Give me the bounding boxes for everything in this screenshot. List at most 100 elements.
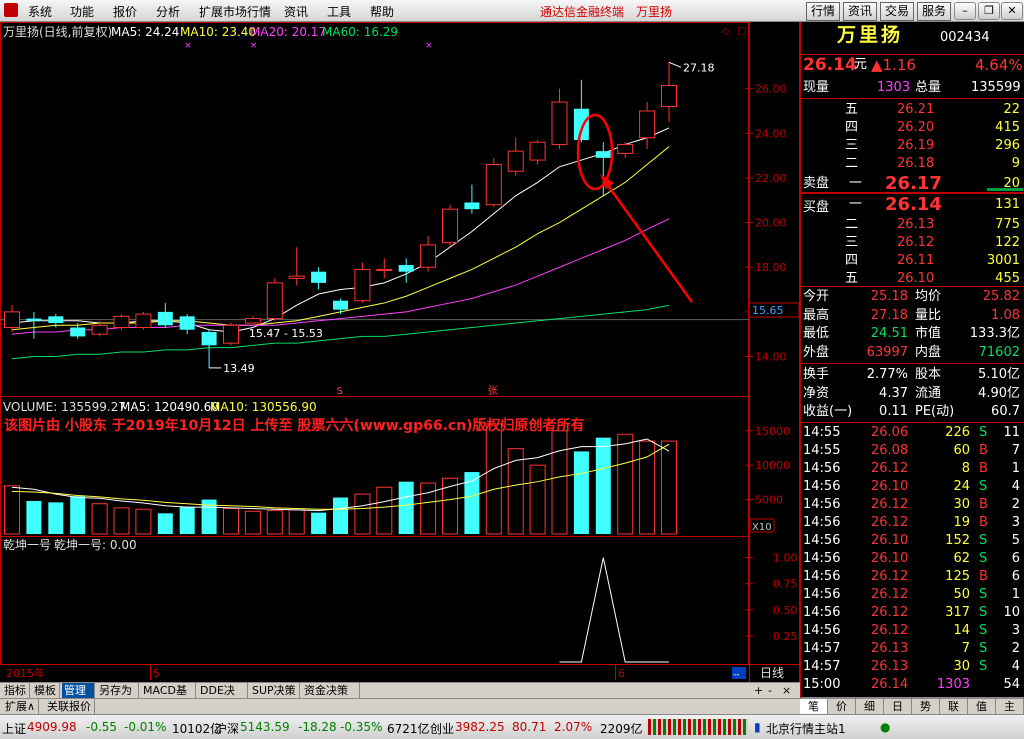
- quote-tab-1[interactable]: 价: [828, 699, 856, 715]
- zoom-in-icon[interactable]: +: [754, 684, 763, 697]
- tick-side: S: [979, 479, 988, 494]
- buy-price: 26.14: [885, 194, 942, 215]
- volume-bar: [288, 509, 305, 535]
- indicator-tab-2[interactable]: 管理: [62, 683, 95, 699]
- indicator-tab-5[interactable]: DDE决策: [198, 683, 248, 712]
- close-icon[interactable]: ✕: [1001, 2, 1023, 20]
- tick-side: S: [979, 641, 988, 656]
- menu-item-info[interactable]: 资讯: [284, 3, 308, 20]
- info-button[interactable]: 资讯: [843, 2, 877, 21]
- hs-amount: 6721亿: [387, 722, 430, 736]
- zoom-out-icon[interactable]: -: [768, 684, 772, 697]
- sep-6: [801, 422, 1024, 423]
- quote-tab-6[interactable]: 值: [968, 699, 996, 715]
- menu-item-function[interactable]: 功能: [70, 3, 94, 20]
- candle-body: [179, 316, 195, 330]
- indicator-tab-7[interactable]: 资金决策: [302, 683, 360, 699]
- sh-label: 上证: [2, 722, 27, 736]
- connection-icon: ●: [880, 720, 891, 734]
- indicator-ytick-label: 0.75: [773, 578, 798, 591]
- maximize-icon[interactable]: ❐: [978, 2, 1000, 20]
- stat-value: 2.77%: [866, 367, 908, 382]
- market-breadth-bar: [648, 719, 748, 735]
- menu-item-quote[interactable]: 报价: [113, 3, 137, 20]
- menu-item-analysis[interactable]: 分析: [156, 3, 180, 20]
- stat-row-2: 最低 24.51 市值 133.3亿: [801, 325, 1024, 343]
- xaxis-label-month6: 6: [618, 667, 625, 680]
- tick-row: 14:56 26.12 19 B 3: [801, 514, 1024, 532]
- ma-line-ma20: [11, 218, 670, 335]
- indicator-tab-4[interactable]: MACD基本: [141, 683, 196, 712]
- tick-row: 14:56 26.10 62 S 6: [801, 550, 1024, 568]
- tick-time: 14:56: [803, 569, 841, 584]
- tick-side: S: [979, 425, 988, 440]
- xianliang-value: 1303: [877, 80, 911, 95]
- stat-label: 外盘: [803, 344, 830, 360]
- tick-price: 26.06: [871, 425, 909, 440]
- quote-tab-4[interactable]: 势: [912, 699, 940, 715]
- tick-side: S: [979, 587, 988, 602]
- candle-body: [333, 300, 348, 310]
- volume-bar: [266, 510, 283, 535]
- volume-bar: [573, 451, 589, 534]
- sell-price: 26.17: [885, 173, 942, 194]
- menu-item-extended-market[interactable]: 扩展市场行情: [199, 3, 271, 20]
- candle-body: [26, 318, 42, 321]
- volume-bar: [333, 497, 348, 534]
- high-pointer: [668, 61, 682, 68]
- tick-volume: 226: [945, 425, 970, 440]
- quote-tab-0[interactable]: 笔: [800, 699, 828, 715]
- period-label[interactable]: 日线: [760, 666, 784, 680]
- candle-body: [201, 331, 217, 346]
- menu-item-help[interactable]: 帮助: [370, 3, 394, 20]
- indicator-tab-3[interactable]: 另存为: [97, 683, 139, 699]
- quote-tab-2[interactable]: 细: [856, 699, 884, 715]
- indicator-tab-0[interactable]: 指标: [2, 683, 30, 699]
- sell-level-label: 一: [849, 176, 863, 191]
- service-button[interactable]: 服务: [917, 2, 951, 21]
- diamond-icon[interactable]: ◇: [722, 26, 730, 37]
- quote-tab-3[interactable]: 日: [884, 699, 912, 715]
- tick-row: 14:57 26.13 30 S 4: [801, 658, 1024, 676]
- tick-volume: 7: [961, 641, 970, 656]
- zoom-fit-icon[interactable]: ×: [782, 684, 791, 697]
- buy-level-label: 三: [845, 235, 859, 250]
- stat-label: 内盘: [915, 344, 942, 360]
- tick-price: 26.12: [871, 497, 909, 512]
- stat-value: 1.08: [991, 307, 1020, 323]
- indicator-tab-1[interactable]: 模板: [32, 683, 60, 699]
- volume-bar: [617, 433, 634, 535]
- indicator-panel-border: [0, 536, 749, 665]
- extend-tab[interactable]: 扩展∧: [2, 699, 40, 714]
- tick-row: 14:56 26.12 14 S 3: [801, 622, 1024, 640]
- tick-count: 10: [1003, 605, 1020, 620]
- cy-amount: 2209亿: [600, 722, 643, 736]
- quote-button[interactable]: 行情: [806, 2, 840, 21]
- stat2-row-1: 净资 4.37 流通 4.90亿: [801, 385, 1024, 403]
- tick-volume: 14: [953, 623, 970, 638]
- trade-button[interactable]: 交易: [880, 2, 914, 21]
- price-ytick-label: 18.00: [755, 261, 787, 274]
- tick-side: B: [979, 461, 988, 476]
- related-quote-tab[interactable]: 关联报价: [44, 699, 95, 714]
- menu-item-tools[interactable]: 工具: [327, 3, 351, 20]
- chart-area[interactable]: 26.0024.0022.0020.0018.0016.0014.0027.18…: [0, 22, 800, 682]
- volume-bar: [376, 486, 393, 535]
- small-square-icon[interactable]: □: [737, 26, 746, 37]
- scroll-marker-icon[interactable]: --: [733, 670, 740, 680]
- indicator-tab-6[interactable]: SUP决策: [250, 683, 300, 699]
- volume-bar: [223, 508, 239, 535]
- candle-body: [135, 313, 152, 328]
- volume-bar: [639, 440, 656, 535]
- server-station[interactable]: 北京行情主站1: [766, 720, 846, 737]
- minimize-icon[interactable]: –: [954, 2, 976, 20]
- tick-volume: 152: [945, 533, 970, 548]
- hs-change: -18.28: [298, 720, 337, 734]
- candle-body: [551, 101, 568, 145]
- menu-item-system[interactable]: 系统: [28, 3, 52, 20]
- tick-row: 14:56 26.10 24 S 4: [801, 478, 1024, 496]
- quote-tab-5[interactable]: 联: [940, 699, 968, 715]
- tick-row: 14:56 26.12 125 B 6: [801, 568, 1024, 586]
- stat-value: 25.82: [982, 289, 1020, 304]
- quote-tab-7[interactable]: 主: [996, 699, 1024, 715]
